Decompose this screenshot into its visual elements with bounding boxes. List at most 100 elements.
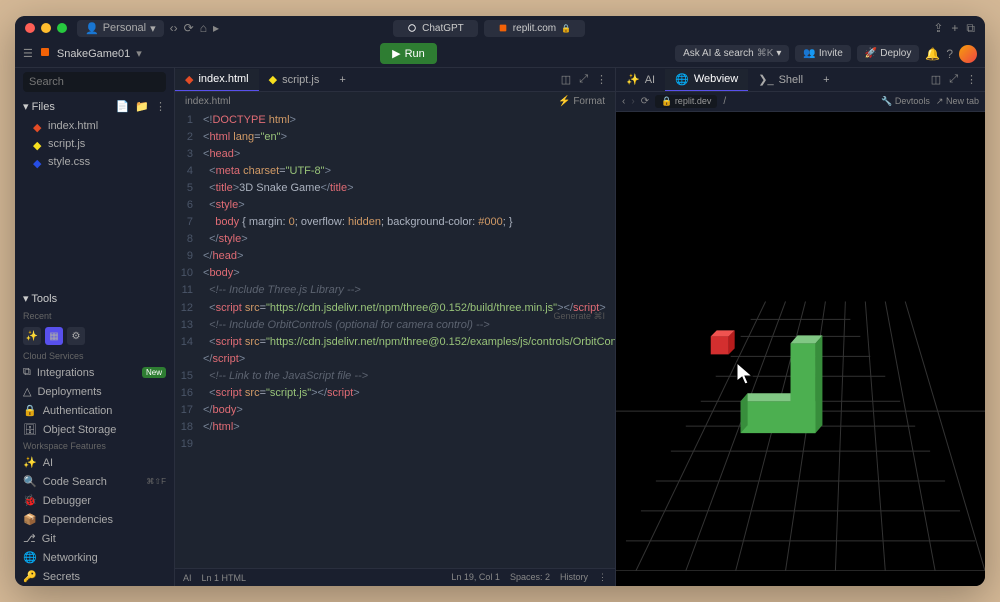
ask-ai-button[interactable]: Ask AI & search ⌘K ▾: [675, 45, 789, 62]
avatar[interactable]: [959, 45, 977, 63]
code-line[interactable]: 7 body { margin: 0; overflow: hidden; ba…: [175, 214, 615, 231]
ai-tool-icon[interactable]: ✨: [23, 327, 41, 345]
help-icon[interactable]: ?: [946, 47, 953, 61]
notifications-icon[interactable]: 🔔: [925, 47, 940, 61]
minimize-window-icon[interactable]: [41, 23, 51, 33]
tab-webview[interactable]: 🌐 Webview: [665, 69, 748, 91]
run-button[interactable]: ▶ Run: [380, 43, 437, 64]
split-panel-icon[interactable]: ◫: [931, 73, 941, 86]
share-icon[interactable]: ⇪: [933, 21, 943, 35]
sidebar-item-git[interactable]: ⎇ Git: [15, 529, 174, 548]
kebab-icon[interactable]: ⋮: [598, 572, 607, 583]
tools-header[interactable]: ▾ Tools: [15, 288, 174, 309]
lang-status[interactable]: Ln 1 HTML: [202, 573, 247, 583]
expand-icon[interactable]: ⤢: [949, 73, 958, 86]
sidebar-item-authentication[interactable]: 🔒 Authentication: [15, 401, 174, 420]
play-nav-icon[interactable]: ▸: [213, 21, 219, 35]
new-tab-button[interactable]: +: [813, 70, 839, 90]
more-icon[interactable]: ⋮: [155, 100, 166, 113]
code-line[interactable]: 13 <!-- Include OrbitControls (optional …: [175, 317, 615, 334]
search-input[interactable]: [23, 72, 166, 92]
code-line[interactable]: 2<html lang="en">: [175, 129, 615, 146]
code-line[interactable]: 1<!DOCTYPE html>: [175, 112, 615, 129]
file-item-js[interactable]: ◆ script.js: [15, 135, 174, 153]
code-line[interactable]: 10<body>: [175, 265, 615, 282]
sidebar-item-secrets[interactable]: 🔑 Secrets: [15, 567, 174, 586]
more-icon[interactable]: ⋮: [596, 73, 607, 86]
add-tab-icon[interactable]: +: [951, 21, 958, 35]
code-line[interactable]: 6 <style>: [175, 197, 615, 214]
generate-hint[interactable]: Generate ⌘I: [553, 310, 605, 324]
code-line[interactable]: 3<head>: [175, 146, 615, 163]
format-button[interactable]: ⚡ Format: [558, 96, 605, 107]
code-line[interactable]: 5 <title>3D Snake Game</title>: [175, 180, 615, 197]
file-item-html[interactable]: ◆ index.html: [15, 117, 174, 135]
split-panel-icon[interactable]: ◫: [561, 73, 571, 86]
home-icon[interactable]: ⌂: [200, 21, 207, 35]
code-line[interactable]: 14 <script src="https://cdn.jsdelivr.net…: [175, 334, 615, 351]
code-line[interactable]: 4 <meta charset="UTF-8">: [175, 163, 615, 180]
new-tab-button[interactable]: ↗ New tab: [936, 96, 979, 107]
webview-tool-icon[interactable]: ▦: [45, 327, 63, 345]
project-name[interactable]: SnakeGame01: [57, 48, 130, 60]
code-editor[interactable]: Generate ⌘I 1<!DOCTYPE html>2<html lang=…: [175, 110, 615, 568]
browser-tab-replit[interactable]: replit.com 🔒: [484, 20, 585, 37]
webview-canvas[interactable]: [616, 112, 985, 586]
code-line[interactable]: 17</body>: [175, 402, 615, 419]
tabs-overview-icon[interactable]: ⧉: [966, 21, 975, 36]
more-icon[interactable]: ⋮: [966, 73, 977, 86]
tab-ai[interactable]: ✨ AI: [616, 69, 665, 90]
devtools-button[interactable]: 🔧 Devtools: [881, 96, 930, 107]
workspace-selector[interactable]: 👤 Personal ▾: [77, 20, 164, 37]
sidebar-item-debugger[interactable]: 🐞 Debugger: [15, 491, 174, 510]
code-line[interactable]: </script>: [175, 351, 615, 368]
sidebar-item-code-search[interactable]: 🔍 Code Search ⌘⇧F: [15, 472, 174, 491]
lock-icon: 🔒: [23, 404, 37, 417]
sidebar-item-ai[interactable]: ✨ AI: [15, 453, 174, 472]
new-tab-button[interactable]: +: [329, 70, 355, 90]
deploy-button[interactable]: 🚀 Deploy: [857, 45, 920, 62]
close-window-icon[interactable]: [25, 23, 35, 33]
new-folder-icon[interactable]: 📁: [135, 100, 149, 113]
settings-tool-icon[interactable]: ⚙: [67, 327, 85, 345]
replit-logo-icon[interactable]: [39, 46, 51, 61]
back-icon[interactable]: ‹: [622, 96, 625, 107]
tab-shell[interactable]: ❯_ Shell: [748, 69, 813, 90]
sidebar-item-label: Debugger: [43, 495, 91, 507]
code-line[interactable]: 16 <script src="script.js"></script>: [175, 385, 615, 402]
forward-icon[interactable]: ›: [631, 96, 634, 107]
invite-button[interactable]: 👥 Invite: [795, 45, 850, 62]
panel-left-icon[interactable]: ☰: [23, 47, 33, 60]
browser-tab-chatgpt[interactable]: ChatGPT: [393, 20, 478, 37]
sidebar-item-networking[interactable]: 🌐 Networking: [15, 548, 174, 567]
chevron-down-icon[interactable]: ▾: [136, 47, 142, 60]
code-line[interactable]: 15 <!-- Link to the JavaScript file -->: [175, 368, 615, 385]
files-header[interactable]: ▾ Files 📄 📁 ⋮: [15, 96, 174, 117]
refresh-icon[interactable]: ⟳: [641, 96, 649, 107]
code-line[interactable]: 18</html>: [175, 419, 615, 436]
ai-status[interactable]: AI: [183, 573, 192, 583]
code-line[interactable]: 19: [175, 436, 615, 453]
sidebar-item-dependencies[interactable]: 📦 Dependencies: [15, 510, 174, 529]
sidebar-item-deployments[interactable]: △ Deployments: [15, 382, 174, 401]
code-text: </body>: [203, 402, 243, 419]
code-line[interactable]: 8 </style>: [175, 231, 615, 248]
file-item-css[interactable]: ◆ style.css: [15, 153, 174, 171]
new-file-icon[interactable]: 📄: [116, 100, 130, 113]
indent-status[interactable]: Spaces: 2: [510, 572, 550, 583]
chevron-down-icon: ▾: [23, 101, 29, 113]
expand-icon[interactable]: ⤢: [579, 73, 588, 86]
code-line[interactable]: 11 <!-- Include Three.js Library -->: [175, 282, 615, 299]
maximize-window-icon[interactable]: [57, 23, 67, 33]
refresh-icon[interactable]: ⟳: [184, 21, 194, 35]
tab-index-html[interactable]: ◆ index.html: [175, 69, 259, 91]
sidebar-item-object-storage[interactable]: 🗄 Object Storage: [15, 420, 174, 439]
tab-script-js[interactable]: ◆ script.js: [259, 69, 330, 90]
sidebar-item-integrations[interactable]: ⧉ Integrations New: [15, 363, 174, 382]
forward-icon[interactable]: ›: [174, 21, 178, 35]
cursor-position[interactable]: Ln 19, Col 1: [451, 572, 500, 583]
history-status[interactable]: History: [560, 572, 588, 583]
code-line[interactable]: 9</head>: [175, 248, 615, 265]
url-field[interactable]: 🔒 replit.dev: [655, 95, 717, 108]
code-line[interactable]: 12 <script src="https://cdn.jsdelivr.net…: [175, 300, 615, 317]
